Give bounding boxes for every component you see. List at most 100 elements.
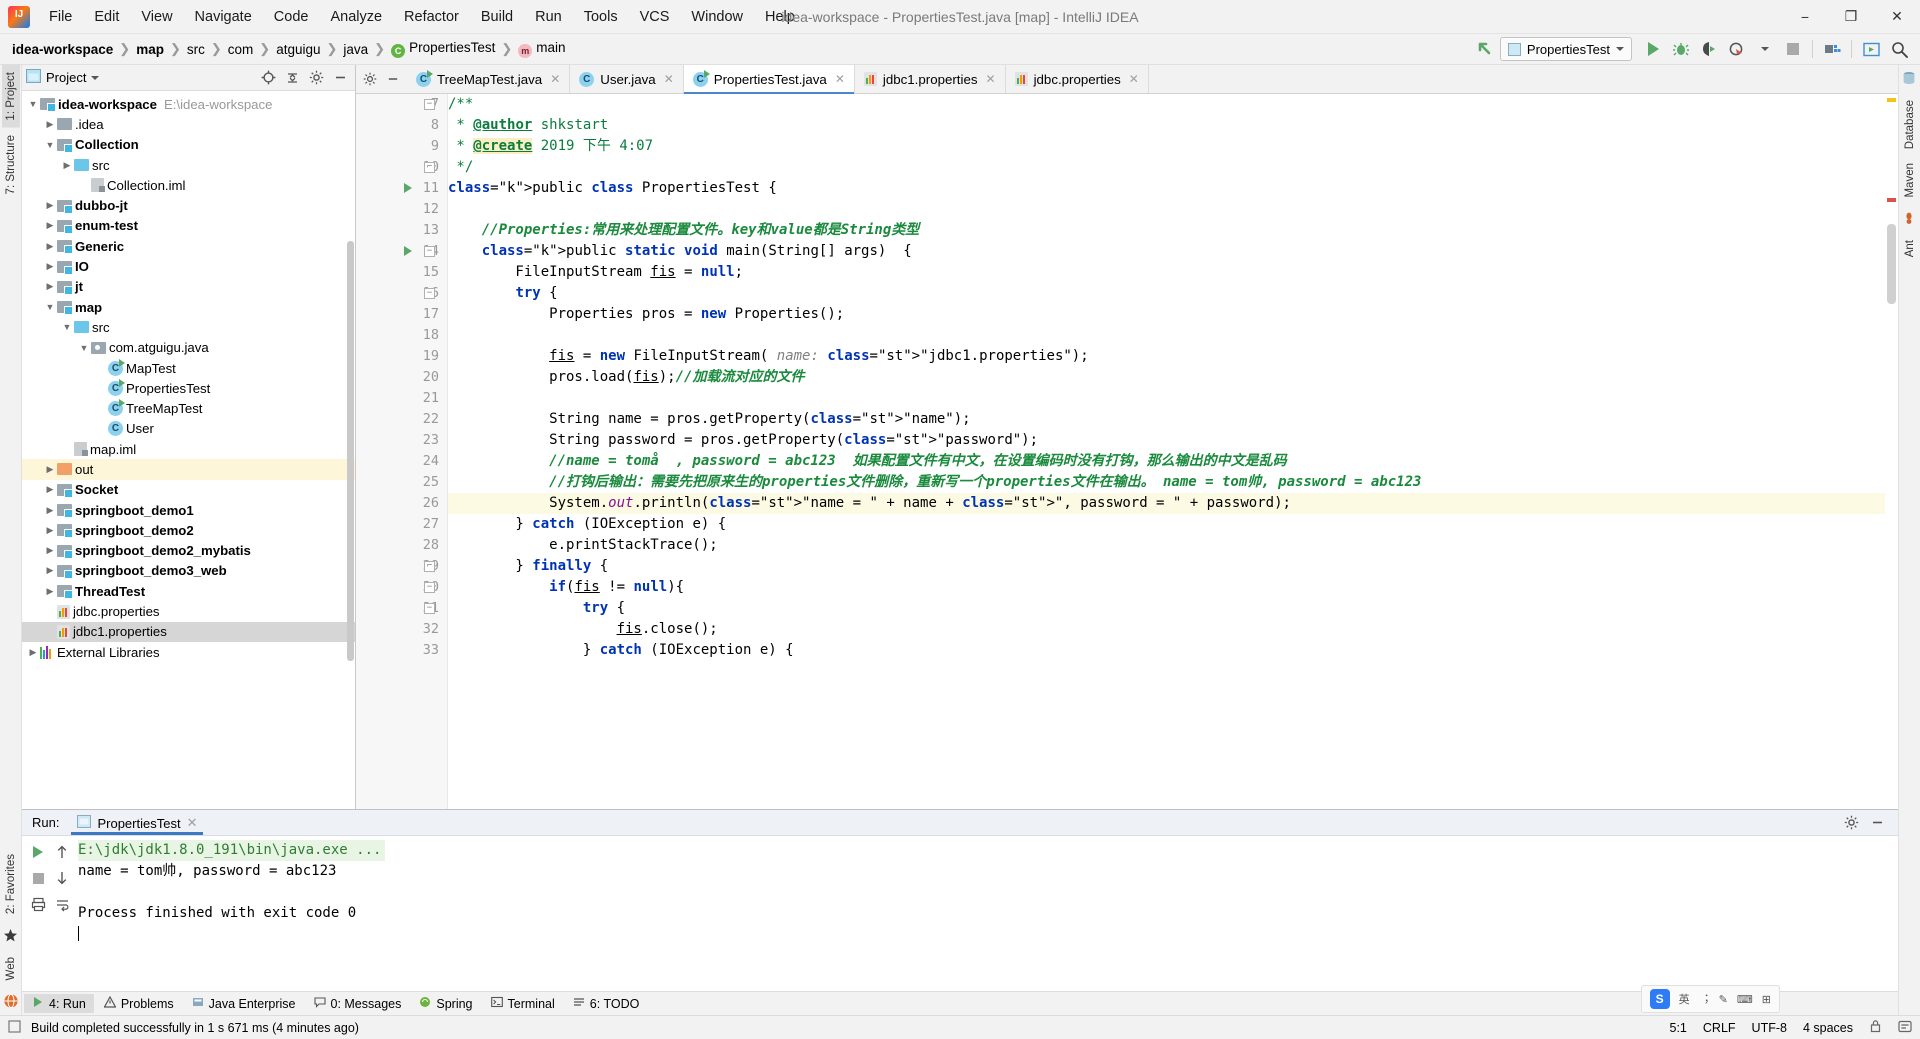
sidebar-item-database[interactable]: Database [1901, 93, 1919, 156]
run-console-output[interactable]: E:\jdk\jdk1.8.0_191\bin\java.exe ... name… [78, 836, 1898, 991]
gutter-line-29[interactable]: 29⌐ [356, 556, 447, 577]
chevron-down-icon[interactable]: ▼ [43, 302, 57, 312]
indent-setting[interactable]: 4 spaces [1803, 1021, 1853, 1035]
line-separator[interactable]: CRLF [1703, 1021, 1736, 1035]
gutter-line-14[interactable]: 14− [356, 241, 447, 262]
run-with-coverage-icon[interactable] [1696, 37, 1722, 61]
settings-gear-icon[interactable] [305, 68, 327, 88]
tool-window-button-spring[interactable]: Spring [411, 994, 480, 1013]
code-line-32[interactable]: fis.close(); [448, 619, 1898, 640]
close-icon[interactable]: ✕ [187, 815, 198, 831]
run-gutter-icon[interactable] [404, 246, 412, 256]
code-line-33[interactable]: } catch (IOException e) { [448, 640, 1898, 661]
gutter-line-11[interactable]: 11 [356, 178, 447, 199]
close-icon[interactable]: ✕ [1129, 72, 1139, 86]
gutter-line-30[interactable]: 30− [356, 577, 447, 598]
tool-window-button-6-todo[interactable]: 6: TODO [565, 994, 648, 1013]
run-tab-propertiestest[interactable]: PropertiesTest ✕ [67, 811, 207, 835]
tree-node-external-libraries[interactable]: ▶ External Libraries [22, 642, 355, 662]
ime-toolbar[interactable]: S 英 ︔ ✎ ⌨ ⊞ [1640, 985, 1780, 1013]
code-fold-icon[interactable]: − [424, 582, 435, 593]
menu-item-run[interactable]: Run [524, 5, 573, 29]
editor-tab-treemaptest-java[interactable]: C TreeMapTest.java ✕ [407, 65, 571, 93]
tree-node-treemaptest[interactable]: C TreeMapTest [22, 398, 355, 418]
tool-window-button-4-run[interactable]: 4: Run [24, 994, 94, 1013]
close-icon[interactable]: ✕ [664, 72, 674, 86]
tree-node-map-iml[interactable]: map.iml [22, 439, 355, 459]
sidebar-item-ant[interactable]: Ant [1901, 233, 1919, 264]
code-line-28[interactable]: e.printStackTrace(); [448, 535, 1898, 556]
run-configuration-selector[interactable]: PropertiesTest [1499, 37, 1632, 61]
menu-item-view[interactable]: View [130, 5, 183, 29]
tool-window-button-terminal[interactable]: Terminal [483, 994, 563, 1013]
gutter-line-22[interactable]: 22 [356, 409, 447, 430]
breadcrumb-item-main[interactable]: m main [514, 38, 569, 60]
chevron-down-icon[interactable] [91, 75, 100, 80]
tree-node-src[interactable]: ▼ src [22, 317, 355, 337]
sidebar-item-project[interactable]: 1: Project [1, 65, 20, 128]
code-line-23[interactable]: String password = pros.getProperty(class… [448, 430, 1898, 451]
menu-item-navigate[interactable]: Navigate [184, 5, 263, 29]
gutter-line-26[interactable]: 26 [356, 493, 447, 514]
tree-node-maptest[interactable]: C MapTest [22, 358, 355, 378]
gutter-line-24[interactable]: 24 [356, 451, 447, 472]
project-tree-scrollbar[interactable] [346, 91, 355, 809]
gutter-line-28[interactable]: 28 [356, 535, 447, 556]
code-line-30[interactable]: if(fis != null){ [448, 577, 1898, 598]
code-line-9[interactable]: * @create 2019 下午 4:07 [448, 136, 1898, 157]
profiler-icon[interactable] [1724, 37, 1750, 61]
menu-item-window[interactable]: Window [680, 5, 754, 29]
tree-node-generic[interactable]: ▶ Generic [22, 236, 355, 256]
chevron-right-icon[interactable]: ▶ [60, 160, 74, 171]
code-line-29[interactable]: } finally { [448, 556, 1898, 577]
gutter-line-8[interactable]: 8 [356, 115, 447, 136]
tree-node-out[interactable]: ▶ out [22, 459, 355, 480]
ime-button-0[interactable]: 英 [1679, 991, 1690, 1007]
gutter-line-23[interactable]: 23 [356, 430, 447, 451]
gutter-line-18[interactable]: 18 [356, 325, 447, 346]
gutter-line-12[interactable]: 12 [356, 199, 447, 220]
chevron-right-icon[interactable]: ▶ [43, 220, 57, 231]
gutter-line-9[interactable]: 9 [356, 136, 447, 157]
minimize-button[interactable]: − [1782, 0, 1828, 34]
favorites-star-icon[interactable] [3, 928, 19, 944]
hide-panel-icon[interactable] [1866, 813, 1888, 833]
code-fold-icon[interactable]: − [424, 99, 435, 110]
search-everywhere-icon[interactable] [1886, 37, 1912, 61]
tree-node-collection[interactable]: ▼ Collection [22, 135, 355, 155]
code-line-25[interactable]: //打钩后输出：需要先把原来生的properties文件删除，重新写一个prop… [448, 472, 1898, 493]
ime-button-4[interactable]: ⊞ [1762, 993, 1771, 1006]
warning-marker[interactable] [1887, 98, 1896, 102]
sidebar-item-maven[interactable]: Maven [1901, 156, 1919, 205]
gutter-line-15[interactable]: 15 [356, 262, 447, 283]
chevron-down-icon[interactable]: ▼ [77, 343, 91, 353]
code-line-20[interactable]: pros.load(fis);//加载流对应的文件 [448, 367, 1898, 388]
breadcrumb-item-atguigu[interactable]: atguigu [272, 40, 324, 59]
menu-item-file[interactable]: File [38, 5, 83, 29]
chevron-right-icon[interactable]: ▶ [26, 647, 40, 658]
gutter-line-16[interactable]: 16− [356, 283, 447, 304]
chevron-right-icon[interactable]: ▶ [43, 586, 57, 597]
code-editor[interactable]: 7−8910⌐11121314−1516−1718192021222324252… [356, 94, 1898, 809]
run-gutter-icon[interactable] [404, 183, 412, 193]
editor-code[interactable]: /** * @author shkstart * @create 2019 下午… [448, 94, 1898, 809]
editor-gutter[interactable]: 7−8910⌐11121314−1516−1718192021222324252… [356, 94, 448, 809]
code-line-27[interactable]: } catch (IOException e) { [448, 514, 1898, 535]
chevron-right-icon[interactable]: ▶ [43, 505, 57, 516]
editor-tab-jdbc1-properties[interactable]: jdbc1.properties ✕ [855, 65, 1006, 93]
breadcrumb-item-propertiestest[interactable]: C PropertiesTest [387, 38, 499, 60]
chevron-right-icon[interactable]: ▶ [43, 119, 57, 130]
lock-icon[interactable] [1869, 1019, 1882, 1036]
close-button[interactable]: ✕ [1874, 0, 1920, 34]
chevron-right-icon[interactable]: ▶ [43, 525, 57, 536]
code-line-24[interactable]: //name = tomå , password = abc123 如果配置文件… [448, 451, 1898, 472]
tree-node-jt[interactable]: ▶ jt [22, 277, 355, 297]
gutter-line-7[interactable]: 7− [356, 94, 447, 115]
code-line-17[interactable]: Properties pros = new Properties(); [448, 304, 1898, 325]
rerun-icon[interactable] [26, 840, 50, 864]
project-panel-title-group[interactable]: Project [26, 69, 100, 86]
chevron-down-icon[interactable]: ▼ [26, 99, 40, 109]
code-line-12[interactable] [448, 199, 1898, 220]
tree-node-map[interactable]: ▼ map [22, 297, 355, 317]
tree-node-com-atguigu-java[interactable]: ▼ com.atguigu.java [22, 338, 355, 358]
